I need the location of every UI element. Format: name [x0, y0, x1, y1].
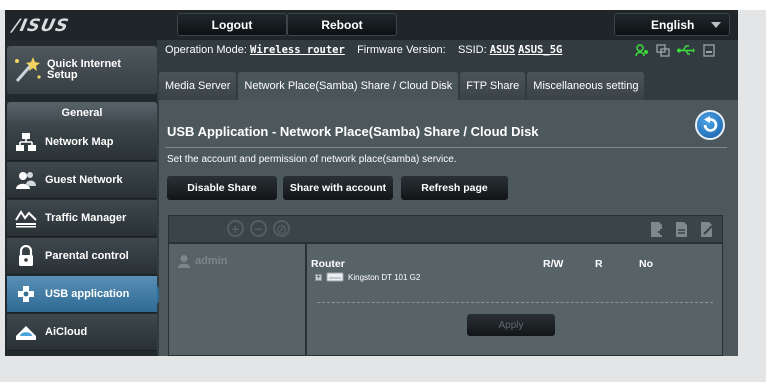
delete-folder-icon[interactable] — [675, 221, 691, 238]
network-map-icon — [11, 130, 41, 154]
main-panel: USB Application - Network Place(Samba) S… — [159, 100, 738, 356]
add-folder-icon[interactable] — [650, 221, 666, 238]
tab-miscellaneous-setting[interactable]: Miscellaneous setting — [527, 72, 645, 100]
language-select[interactable]: English — [614, 13, 730, 36]
status-icons — [635, 44, 716, 57]
sidebar-item-label: USB application — [45, 288, 130, 300]
share-with-account-button[interactable]: Share with account — [283, 176, 393, 200]
tab-media-server[interactable]: Media Server — [159, 72, 237, 100]
logo-text: /ISUS — [10, 16, 71, 36]
sidebar-item-network-map[interactable]: Network Map — [7, 124, 157, 161]
status-info-line: Operation Mode: Wireless router Firmware… — [165, 44, 562, 56]
sidebar-item-label: Guest Network — [45, 174, 123, 186]
usb-application-icon — [11, 282, 41, 306]
sidebar-item-aicloud[interactable]: AiCloud — [7, 314, 157, 351]
title-divider — [165, 147, 727, 148]
operation-mode-link[interactable]: Wireless router — [250, 44, 345, 56]
firmware-version-label: Firmware Version: — [357, 44, 446, 56]
sidebar-item-traffic-manager[interactable]: Traffic Manager — [7, 200, 157, 237]
usb-drive-icon — [326, 272, 344, 282]
account-item-admin[interactable]: admin — [177, 254, 227, 268]
sidebar: Quick Internet Setup General Network Map… — [5, 40, 165, 356]
router-admin-app: /ISUS Logout Reboot English Quick Intern… — [5, 10, 738, 356]
column-header-name: Router — [311, 258, 345, 270]
usb-status-icon[interactable] — [677, 44, 695, 57]
ssid-2g-link[interactable]: ASUS — [490, 44, 515, 56]
sidebar-item-usb-application[interactable]: USB application — [7, 276, 165, 313]
asus-logo: /ISUS — [10, 16, 71, 36]
magic-wand-icon — [15, 57, 41, 82]
printer-status-icon[interactable] — [702, 44, 716, 57]
tab-samba-share[interactable]: Network Place(Samba) Share / Cloud Disk — [238, 72, 459, 100]
edit-account-icon[interactable]: ⊘ — [273, 220, 290, 237]
general-section-header: General — [7, 102, 157, 124]
sidebar-item-guest-network[interactable]: Guest Network — [7, 162, 157, 199]
aicloud-icon — [11, 320, 41, 344]
folder-permission-table: Router R/W R No + Kingston DT 101 G2 App… — [306, 243, 723, 356]
page-title: USB Application - Network Place(Samba) S… — [167, 124, 539, 139]
apply-button[interactable]: Apply — [467, 314, 555, 336]
user-icon — [178, 255, 190, 268]
refresh-page-button[interactable]: Refresh page — [401, 176, 508, 200]
sidebar-item-label: Network Map — [45, 136, 114, 148]
tab-ftp-share[interactable]: FTP Share — [460, 72, 526, 100]
reboot-button[interactable]: Reboot — [287, 13, 397, 36]
remove-account-icon[interactable]: − — [250, 220, 267, 237]
back-button[interactable] — [695, 110, 725, 140]
chevron-down-icon — [711, 22, 721, 28]
parental-control-icon — [11, 244, 41, 268]
logout-button[interactable]: Logout — [177, 13, 287, 36]
clients-status-icon[interactable] — [635, 44, 649, 57]
sidebar-item-label: Parental control — [45, 250, 129, 262]
copy-status-icon[interactable] — [656, 44, 670, 57]
sidebar-item-label: Traffic Manager — [45, 212, 127, 224]
drive-row[interactable]: + Kingston DT 101 G2 — [315, 272, 420, 282]
page-description: Set the account and permission of networ… — [167, 154, 457, 165]
account-name: admin — [195, 255, 228, 267]
back-arrow-icon — [703, 116, 718, 132]
disable-share-button[interactable]: Disable Share — [167, 176, 277, 200]
traffic-manager-icon — [11, 206, 41, 230]
ssid-label: SSID: — [457, 44, 487, 56]
drive-name: Kingston DT 101 G2 — [348, 272, 421, 282]
account-actions: + − ⊘ — [227, 220, 290, 237]
guest-network-icon — [11, 168, 41, 192]
column-header-rw: R/W — [543, 258, 564, 270]
operation-mode-label: Operation Mode: — [165, 44, 247, 56]
row-divider — [317, 302, 713, 303]
quick-internet-setup-button[interactable]: Quick Internet Setup — [7, 46, 157, 94]
add-account-icon[interactable]: + — [227, 220, 244, 237]
expand-icon[interactable]: + — [315, 273, 322, 281]
sidebar-item-parental-control[interactable]: Parental control — [7, 238, 157, 275]
column-header-r: R — [595, 258, 603, 270]
column-header-no: No — [639, 258, 653, 270]
language-value: English — [651, 17, 695, 32]
modify-folder-icon[interactable] — [700, 221, 716, 238]
qis-label: Quick Internet Setup — [47, 59, 121, 81]
qis-label-line2: Setup — [47, 69, 78, 81]
ssid-5g-link[interactable]: ASUS_5G — [518, 44, 562, 56]
folder-actions — [650, 221, 716, 238]
share-toolbar: + − ⊘ — [168, 215, 723, 243]
sidebar-item-label: AiCloud — [45, 326, 88, 338]
tab-bar: Media Server Network Place(Samba) Share … — [159, 72, 646, 100]
top-bar: /ISUS Logout Reboot English — [5, 10, 738, 40]
account-list: admin — [168, 243, 306, 356]
